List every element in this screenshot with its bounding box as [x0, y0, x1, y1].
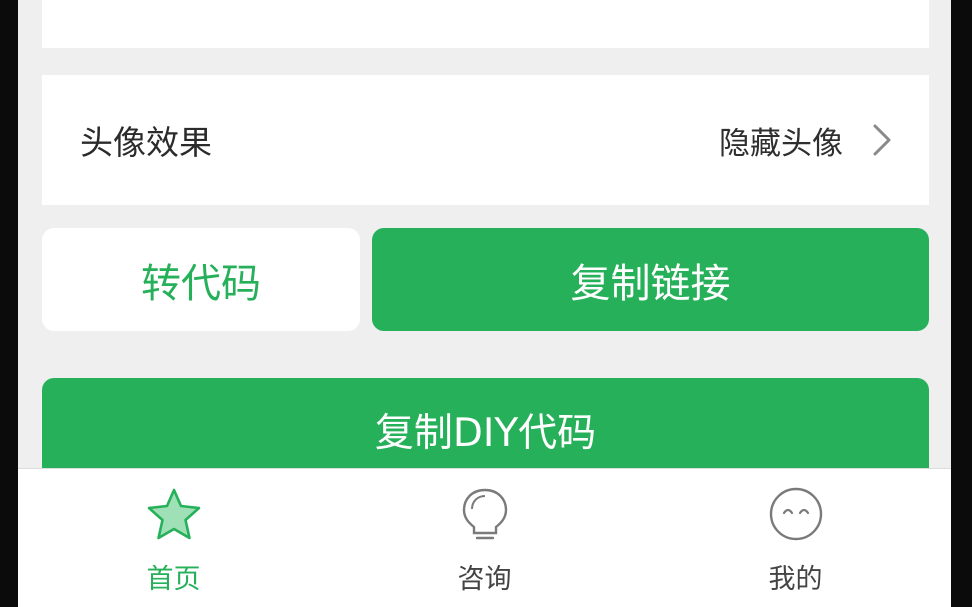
- chevron-right-icon: [871, 123, 893, 157]
- star-icon: [144, 485, 204, 545]
- tab-mine[interactable]: 我的: [640, 469, 951, 607]
- top-card: [42, 0, 929, 48]
- smiley-face-icon: [766, 485, 826, 545]
- lightbulb-icon: [455, 485, 515, 545]
- avatar-effect-label: 头像效果: [80, 123, 212, 162]
- app-screen: 头像效果 隐藏头像 转代码 复制链接 复制DIY代码 首页 咨询 我的: [18, 0, 951, 607]
- tab-home[interactable]: 首页: [18, 469, 329, 607]
- copy-link-button[interactable]: 复制链接: [372, 228, 929, 331]
- avatar-effect-row[interactable]: 头像效果 隐藏头像: [42, 75, 929, 205]
- avatar-effect-value: 隐藏头像: [719, 125, 843, 162]
- tab-home-label: 首页: [146, 564, 201, 595]
- tab-consult[interactable]: 咨询: [329, 469, 640, 607]
- bottom-tab-bar: 首页 咨询 我的: [18, 468, 951, 607]
- tab-mine-label: 我的: [768, 564, 823, 595]
- tab-consult-label: 咨询: [457, 564, 512, 595]
- convert-code-button[interactable]: 转代码: [42, 228, 360, 331]
